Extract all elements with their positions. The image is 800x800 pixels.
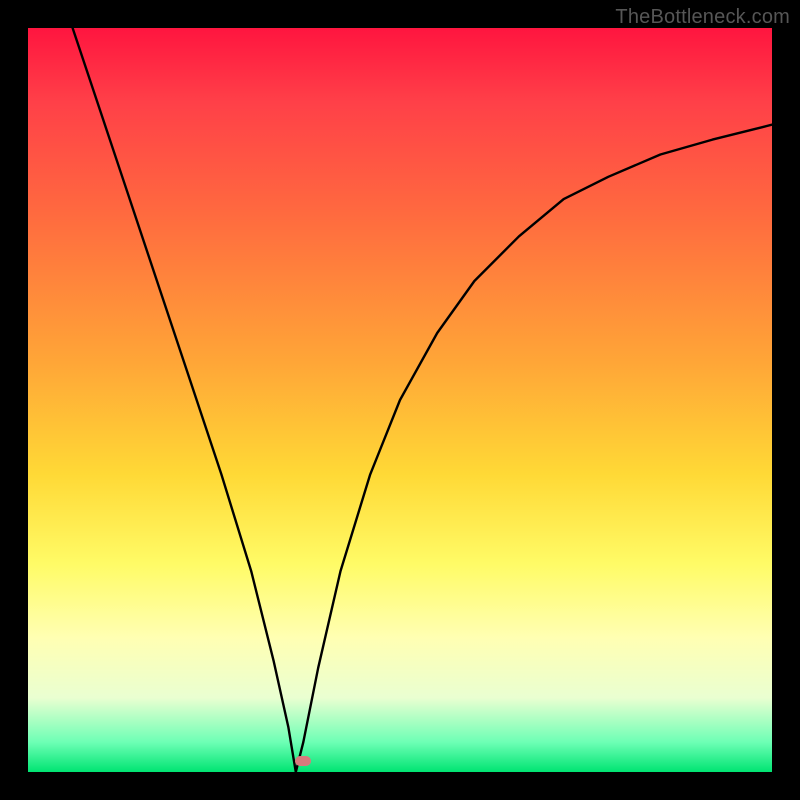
chart-frame: TheBottleneck.com <box>0 0 800 800</box>
curve-svg <box>28 28 772 772</box>
watermark-text: TheBottleneck.com <box>615 6 790 29</box>
plot-area <box>28 28 772 772</box>
bottleneck-curve <box>73 28 772 772</box>
minimum-marker <box>295 756 311 766</box>
